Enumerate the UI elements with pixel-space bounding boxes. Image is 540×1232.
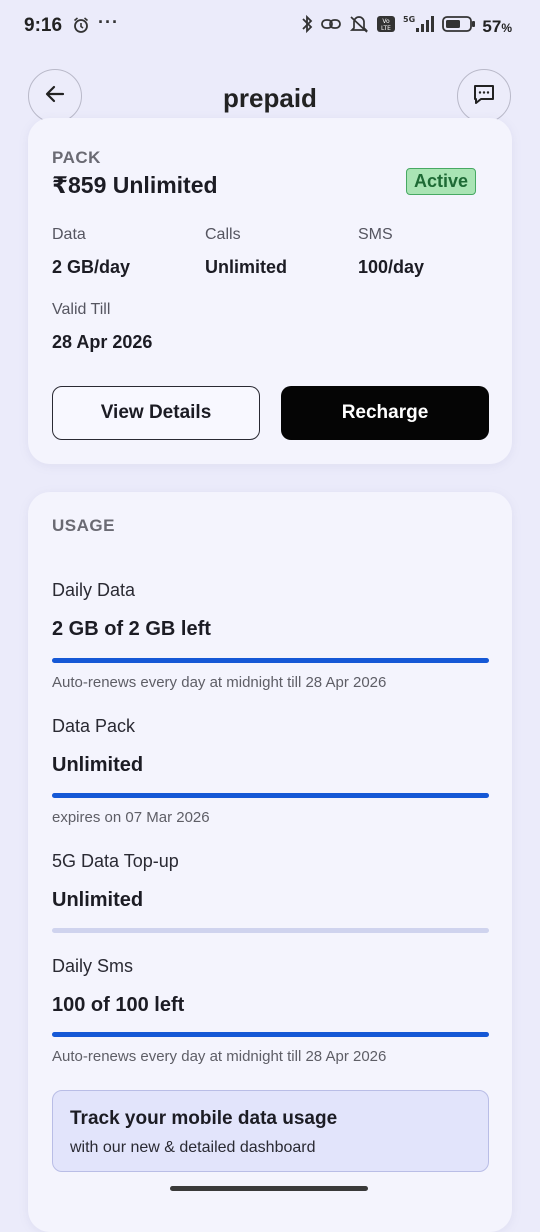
usage-progress-fill	[52, 793, 489, 798]
attribute-label: Valid Till	[52, 301, 111, 318]
attribute-label: Data	[52, 226, 86, 243]
home-indicator[interactable]	[170, 1186, 368, 1191]
status-time: 9:16	[24, 15, 63, 36]
pack-section-label: PACK	[52, 148, 101, 167]
view-details-button[interactable]: View Details	[52, 386, 260, 440]
pack-attribute-calls: Calls Unlimited	[205, 226, 287, 278]
usage-section-title: USAGE	[52, 516, 115, 535]
usage-note: Auto-renews every day at midnight till 2…	[52, 674, 387, 691]
attribute-value: 100/day	[358, 257, 425, 277]
usage-label: Daily Data	[52, 580, 136, 600]
pack-attribute-sms: SMS 100/day	[358, 226, 424, 278]
pack-name: ₹859 Unlimited	[52, 172, 218, 198]
recharge-button[interactable]: Recharge	[281, 386, 489, 440]
usage-item-daily-data: Daily Data 2 GB of 2 GB left	[52, 580, 489, 641]
chat-icon	[472, 82, 496, 111]
signal-5g-icon: 5G	[402, 14, 436, 39]
usage-item-data-pack: Data Pack Unlimited	[52, 716, 489, 777]
notification-dots: ···	[98, 12, 119, 32]
battery-percent: 57%	[482, 17, 512, 37]
attribute-value: 28 Apr 2026	[52, 332, 153, 352]
battery-percent-value: 57	[482, 16, 502, 36]
usage-progress-bar	[52, 658, 489, 663]
attribute-label: SMS	[358, 226, 393, 243]
usage-item-5g-topup: 5G Data Top-up Unlimited	[52, 851, 489, 912]
usage-value: Unlimited	[52, 889, 144, 911]
bluetooth-icon	[300, 14, 314, 39]
link-icon	[320, 15, 342, 38]
pack-attribute-data: Data 2 GB/day	[52, 226, 130, 278]
usage-note: Auto-renews every day at midnight till 2…	[52, 1048, 387, 1065]
attribute-value: 2 GB/day	[52, 257, 131, 277]
usage-value: 2 GB of 2 GB left	[52, 618, 211, 640]
data-dashboard-promo[interactable]: Track your mobile data usage with our ne…	[52, 1090, 489, 1172]
attribute-value: Unlimited	[205, 257, 288, 277]
volte-icon: Vo LTE	[376, 15, 396, 38]
status-bar: 9:16 ··· Vo LTE 5G 57%	[0, 0, 540, 52]
usage-progress-bar	[52, 1032, 489, 1037]
percent-sign: %	[501, 20, 512, 35]
usage-progress-bar	[52, 928, 489, 933]
svg-text:LTE: LTE	[381, 25, 391, 32]
support-chat-button[interactable]	[457, 69, 511, 123]
status-badge: Active	[406, 168, 477, 195]
usage-label: 5G Data Top-up	[52, 851, 179, 871]
usage-note: expires on 07 Mar 2026	[52, 809, 210, 826]
promo-subtitle: with our new & detailed dashboard	[70, 1139, 316, 1156]
svg-text:Vo: Vo	[383, 18, 391, 25]
usage-progress-bar	[52, 793, 489, 798]
svg-text:5G: 5G	[403, 15, 415, 24]
pack-attribute-valid-till: Valid Till 28 Apr 2026	[52, 301, 152, 353]
usage-card: USAGE Daily Data 2 GB of 2 GB left Auto-…	[28, 492, 512, 1232]
alarm-icon	[72, 16, 90, 39]
mute-vibrate-icon	[348, 14, 370, 39]
promo-title: Track your mobile data usage	[70, 1108, 338, 1129]
usage-value: 100 of 100 left	[52, 994, 185, 1016]
attribute-label: Calls	[205, 226, 241, 243]
usage-value: Unlimited	[52, 754, 144, 776]
usage-label: Data Pack	[52, 716, 136, 736]
usage-progress-fill	[52, 658, 489, 663]
usage-label: Daily Sms	[52, 956, 134, 976]
battery-icon	[442, 15, 476, 38]
pack-card: PACK ₹859 Unlimited Active Data 2 GB/day…	[28, 118, 512, 464]
usage-progress-fill	[52, 1032, 489, 1037]
usage-item-daily-sms: Daily Sms 100 of 100 left	[52, 956, 489, 1017]
